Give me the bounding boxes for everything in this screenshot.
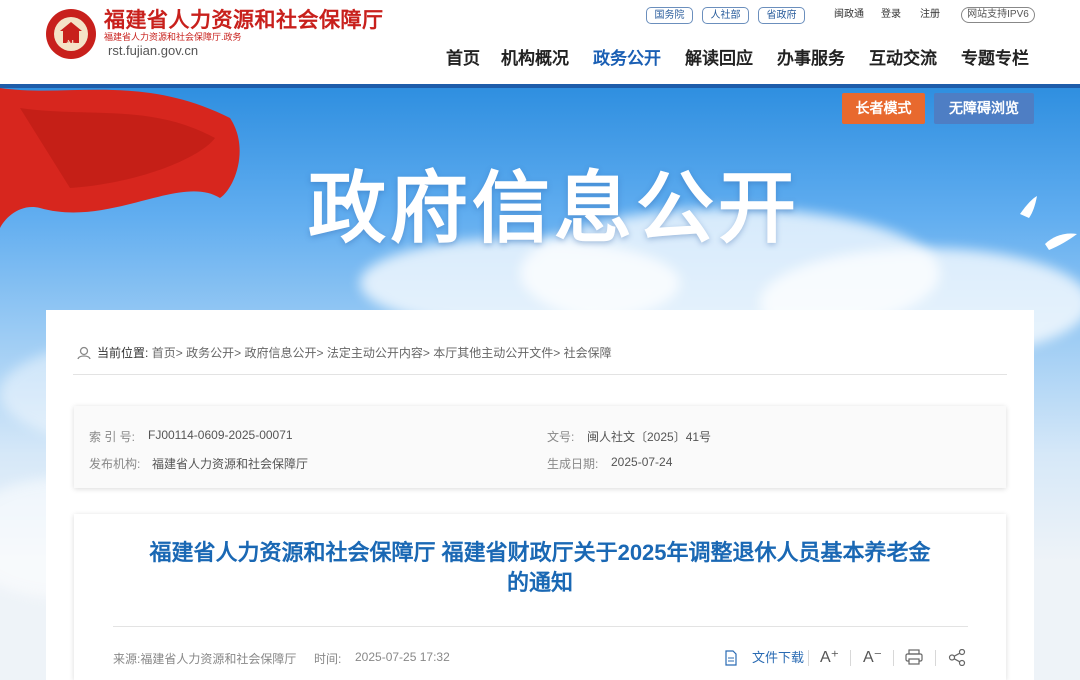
breadcrumb-separator: > (175, 346, 183, 360)
date-value: 2025-07-24 (611, 455, 673, 469)
toolbar-divider (850, 650, 851, 666)
publisher-value: 福建省人力资源和社会保障厅 (152, 457, 309, 471)
link-state-council[interactable]: 国务院 (646, 7, 693, 24)
breadcrumb-separator: > (316, 346, 324, 360)
date-label: 生成日期: (547, 457, 599, 471)
login-link[interactable]: 登录 (881, 7, 901, 22)
ipv6-badge: 网站支持IPV6 (961, 7, 1035, 23)
font-decrease-button[interactable]: A⁻ (863, 648, 882, 668)
nav-interaction[interactable]: 互动交流 (869, 44, 937, 68)
print-icon[interactable] (905, 649, 923, 665)
site-domain: rst.fujian.gov.cn (108, 43, 199, 58)
document-icon (725, 650, 737, 666)
nav-home[interactable]: 首页 (446, 44, 480, 68)
article-time-label: 时间: (314, 652, 342, 666)
article-divider (113, 626, 968, 627)
breadcrumb-gov-affairs[interactable]: 政务公开 (186, 346, 234, 360)
article-time-value: 2025-07-25 17:32 (355, 650, 450, 664)
article-title: 福建省人力资源和社会保障厅 福建省财政厅关于2025年调整退休人员基本养老金 的… (74, 538, 1006, 598)
file-download-button[interactable]: 文件下载 (752, 648, 804, 668)
article-title-line2: 的通知 (506, 570, 573, 595)
breadcrumb-other-files[interactable]: 本厅其他主动公开文件 (433, 346, 553, 360)
breadcrumb-home[interactable]: 首页 (152, 346, 176, 360)
breadcrumb-separator: > (553, 346, 561, 360)
article-source: 来源:福建省人力资源和社会保障厅 (113, 652, 297, 666)
emblem-glyph: 社 (66, 40, 76, 50)
red-flag-graphic (0, 88, 240, 228)
index-value: FJ00114-0609-2025-00071 (148, 428, 293, 442)
breadcrumb-statutory[interactable]: 法定主动公开内容 (327, 346, 423, 360)
share-icon[interactable] (948, 649, 966, 666)
index-label: 索 引 号: (89, 430, 136, 444)
nav-topics[interactable]: 专题专栏 (961, 44, 1029, 68)
toolbar-divider (893, 650, 894, 666)
site-subtitle: 福建省人力资源和社会保障厅.政务 (104, 32, 242, 42)
breadcrumb-label: 当前位置: (97, 346, 149, 360)
font-increase-button[interactable]: A⁺ (820, 648, 839, 668)
dove-graphic (1020, 196, 1077, 250)
breadcrumb: 当前位置: 首页> 政务公开> 政府信息公开> 法定主动公开内容> 本厅其他主动… (97, 344, 612, 362)
site-header: 社 福建省人力资源和社会保障厅 福建省人力资源和社会保障厅.政务 rst.fuj… (0, 0, 1080, 86)
link-mohrss[interactable]: 人社部 (702, 7, 749, 24)
toolbar-divider (935, 650, 936, 666)
breadcrumb-social-security[interactable]: 社会保障 (564, 346, 612, 360)
doc-no-label: 文号: (547, 430, 575, 444)
breadcrumb-separator: > (234, 346, 242, 360)
location-icon (77, 346, 91, 360)
publisher-label: 发布机构: (89, 457, 141, 471)
emblem-logo[interactable]: 社 (46, 9, 96, 59)
article-title-line1: 福建省人力资源和社会保障厅 福建省财政厅关于2025年调整退休人员基本养老金 (149, 540, 931, 565)
link-province-gov[interactable]: 省政府 (758, 7, 805, 24)
nav-gov-affairs[interactable]: 政务公开 (593, 44, 661, 68)
link-mzt[interactable]: 闽政通 (834, 7, 864, 22)
breadcrumb-separator: > (422, 346, 430, 360)
nav-services[interactable]: 办事服务 (777, 44, 845, 68)
breadcrumb-info-disclosure[interactable]: 政府信息公开 (244, 346, 316, 360)
doc-no-value: 闽人社文〔2025〕41号 (587, 430, 712, 444)
nav-about[interactable]: 机构概况 (501, 44, 569, 68)
banner-title: 政府信息公开 (308, 164, 801, 252)
elder-mode-button[interactable]: 长者模式 (842, 93, 925, 124)
toolbar-divider (808, 650, 809, 666)
nav-interpretation[interactable]: 解读回应 (685, 44, 753, 68)
accessible-browse-button[interactable]: 无障碍浏览 (934, 93, 1034, 124)
document-meta-box (74, 406, 1006, 488)
breadcrumb-divider (73, 374, 1007, 375)
register-link[interactable]: 注册 (920, 7, 940, 22)
